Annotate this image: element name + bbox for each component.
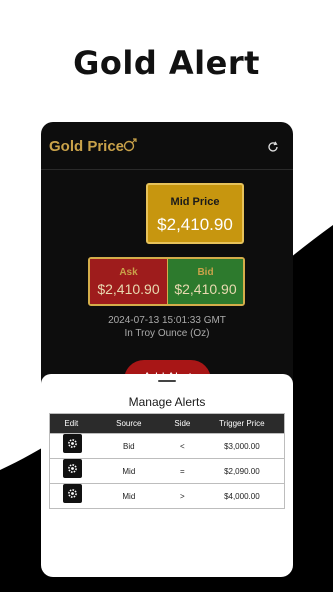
manage-alerts-sheet: Manage Alerts Edit Source Side Trigger P… — [41, 374, 293, 577]
ask-label: Ask — [119, 267, 138, 278]
unit-label: In Troy Ounce (Oz) — [124, 328, 210, 339]
edit-alert-button[interactable] — [63, 434, 82, 453]
trigger-price-cell: $3,000.00 — [224, 441, 260, 451]
source-cell: Mid — [122, 491, 136, 501]
ask-bid-panel: Ask $2,410.90 Bid $2,410.90 — [88, 257, 245, 306]
headline: Gold Alert — [73, 44, 260, 82]
bid-label: Bid — [197, 267, 214, 278]
gear-icon — [68, 439, 77, 448]
table-row: Bid < $3,000.00 — [50, 433, 284, 458]
side-cell: = — [180, 466, 185, 476]
timestamp: 2024-07-13 15:01:33 GMT — [108, 315, 226, 326]
edit-alert-button[interactable] — [63, 484, 82, 503]
column-header: Source — [116, 419, 142, 428]
gear-icon — [68, 464, 77, 473]
trigger-price-cell: $2,090.00 — [224, 466, 260, 476]
mid-price-label: Mid Price — [170, 196, 220, 208]
table-row: Mid = $2,090.00 — [50, 458, 284, 483]
column-header: Edit — [64, 419, 79, 428]
gear-icon — [68, 489, 77, 498]
source-cell: Bid — [123, 441, 135, 451]
trigger-price-cell: $4,000.00 — [224, 491, 260, 501]
app-bar: Gold Price — [41, 122, 293, 170]
mid-price-card: Mid Price $2,410.90 — [146, 183, 244, 244]
edit-alert-button[interactable] — [63, 459, 82, 478]
column-header: Side — [174, 419, 191, 428]
sheet-drag-handle[interactable] — [158, 380, 176, 382]
side-cell: > — [180, 491, 185, 501]
phone-screen: Gold Price Mid Price $2,410.90 Ask $2,41… — [41, 122, 293, 577]
ask-value: $2,410.90 — [97, 281, 160, 297]
column-header: Trigger Price — [219, 419, 265, 428]
app-title: Gold Price — [49, 138, 125, 155]
bid-value: $2,410.90 — [174, 281, 237, 297]
source-cell: Mid — [122, 466, 136, 476]
bid-card: Bid $2,410.90 — [167, 259, 243, 304]
sheet-title: Manage Alerts — [128, 395, 206, 409]
table-row: Mid > $4,000.00 — [50, 483, 284, 508]
side-cell: < — [180, 441, 185, 451]
refresh-icon[interactable] — [267, 141, 279, 153]
ask-card: Ask $2,410.90 — [90, 259, 167, 304]
alerts-table: Edit Source Side Trigger Price Bid < $3,… — [49, 413, 285, 509]
gold-coin-icon — [123, 138, 137, 152]
table-header: Edit Source Side Trigger Price — [50, 414, 284, 433]
mid-price-value: $2,410.90 — [157, 215, 233, 234]
